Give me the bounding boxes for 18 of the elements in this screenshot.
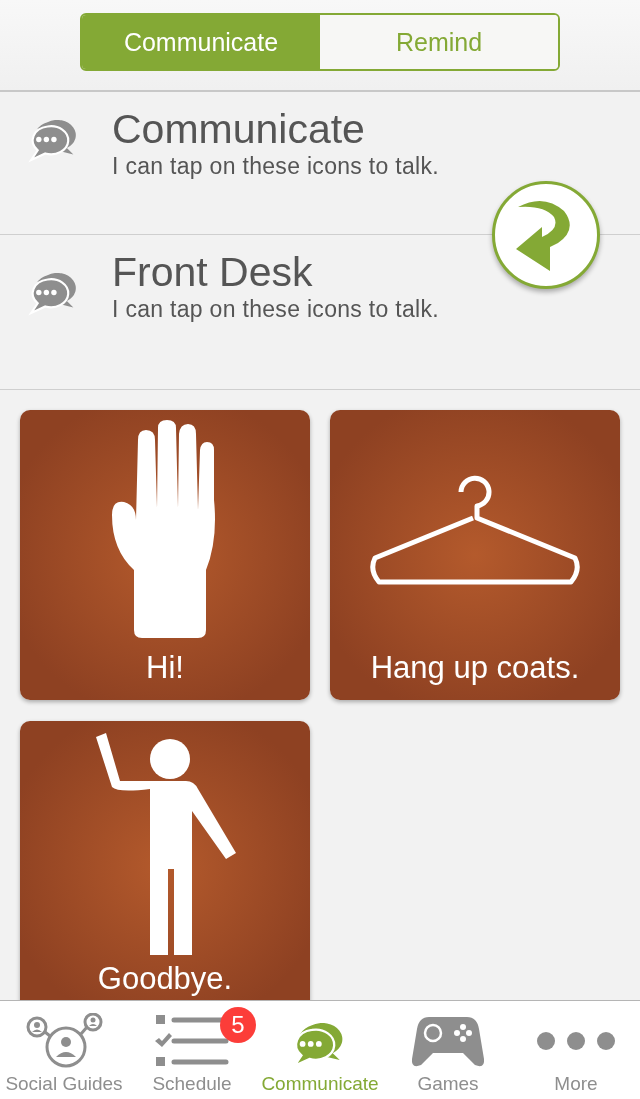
curved-arrow-button[interactable] [492, 181, 600, 289]
phrase-card[interactable]: Hi! [20, 410, 310, 700]
segment-tab[interactable]: Communicate [82, 15, 320, 69]
section-title: Communicate [112, 106, 366, 152]
tab-bar-item[interactable]: Schedule 5 [128, 1001, 256, 1099]
section-subtitle: I can tap on these icons to talk. [112, 295, 439, 323]
phrase-card[interactable]: Hang up coats. [330, 410, 620, 700]
checklist-icon [154, 1013, 230, 1069]
tab-bar-item[interactable]: Communicate [256, 1001, 384, 1099]
people-network-icon [25, 1013, 103, 1069]
section-title: Front Desk [112, 249, 314, 295]
tab-bar-item[interactable]: Games [384, 1001, 512, 1099]
notification-badge: 5 [220, 1007, 256, 1043]
tab-bar-item[interactable]: Social Guides [0, 1001, 128, 1099]
phrase-card[interactable]: Goodbye. [20, 721, 310, 1000]
tab-bar-item[interactable]: More [512, 1001, 640, 1099]
segment-tab[interactable]: Remind [320, 15, 558, 69]
section-subtitle: I can tap on these icons to talk. [112, 152, 439, 180]
